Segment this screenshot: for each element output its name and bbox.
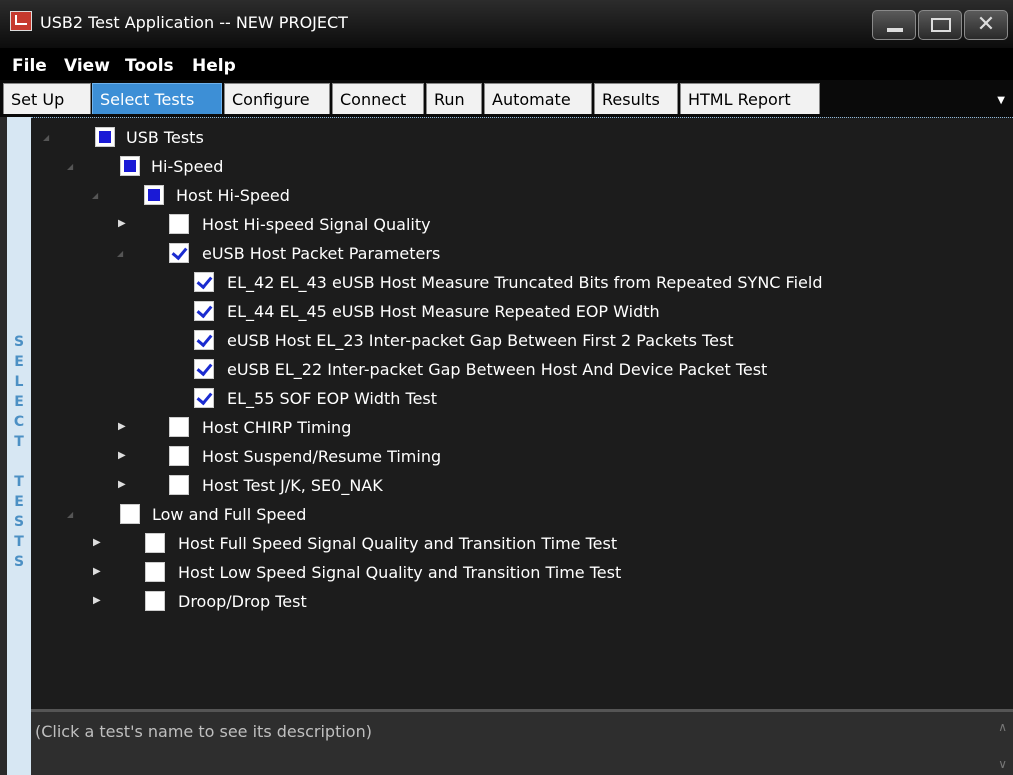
menu-tools[interactable]: Tools bbox=[125, 56, 174, 76]
expand-icon[interactable]: ▶ bbox=[118, 479, 126, 490]
checkbox[interactable] bbox=[169, 243, 189, 263]
left-edge bbox=[0, 117, 7, 775]
checkbox[interactable] bbox=[145, 533, 165, 553]
tab-select-tests[interactable]: Select Tests bbox=[92, 83, 222, 114]
description-pane[interactable]: (Click a test's name to see its descript… bbox=[31, 709, 1013, 775]
tab-configure[interactable]: Configure bbox=[224, 83, 330, 114]
tab-automate[interactable]: Automate bbox=[484, 83, 592, 114]
tree-node-el42-el43[interactable]: EL_42 EL_43 eUSB Host Measure Truncated … bbox=[31, 270, 981, 294]
tree-node-host-test-jk[interactable]: ▶ Host Test J/K, SE0_NAK bbox=[31, 473, 931, 497]
tree-node-host-ls-signal[interactable]: ▶ Host Low Speed Signal Quality and Tran… bbox=[31, 560, 931, 584]
menu-bar: File View Tools Help bbox=[0, 48, 1013, 80]
collapse-icon[interactable]: ◢ bbox=[67, 162, 73, 171]
close-button[interactable]: ✕ bbox=[964, 10, 1008, 40]
menu-view[interactable]: View bbox=[64, 56, 110, 76]
tree-node-el22[interactable]: eUSB EL_22 Inter-packet Gap Between Host… bbox=[31, 357, 931, 381]
maximize-button[interactable] bbox=[918, 10, 962, 40]
checkbox[interactable] bbox=[145, 591, 165, 611]
chevron-down-icon[interactable]: ▼ bbox=[997, 95, 1005, 106]
collapse-icon[interactable]: ◢ bbox=[67, 510, 73, 519]
checkbox[interactable] bbox=[194, 330, 214, 350]
close-icon: ✕ bbox=[976, 12, 996, 37]
tree-node-el44-el45[interactable]: EL_44 EL_45 eUSB Host Measure Repeated E… bbox=[31, 299, 931, 323]
title-bar: USB2 Test Application -- NEW PROJECT ✕ bbox=[0, 0, 1013, 48]
tab-set-up[interactable]: Set Up bbox=[3, 83, 91, 114]
tree-node-host-hs-signal-quality[interactable]: ▶ Host Hi-speed Signal Quality bbox=[31, 212, 931, 236]
checkbox[interactable] bbox=[169, 417, 189, 437]
checkbox[interactable] bbox=[194, 272, 214, 292]
menu-help[interactable]: Help bbox=[192, 56, 236, 76]
tree-node-el23[interactable]: eUSB Host EL_23 Inter-packet Gap Between… bbox=[31, 328, 931, 352]
tree-node-host-fs-signal[interactable]: ▶ Host Full Speed Signal Quality and Tra… bbox=[31, 531, 931, 555]
tree-node-usb-tests[interactable]: ◢ USB Tests bbox=[31, 125, 931, 149]
expand-icon[interactable]: ▶ bbox=[118, 218, 126, 229]
tab-results[interactable]: Results bbox=[594, 83, 678, 114]
tree-node-droop-drop[interactable]: ▶ Droop/Drop Test bbox=[31, 589, 931, 613]
tree-node-low-full-speed[interactable]: ◢ Low and Full Speed bbox=[31, 502, 931, 526]
tree-node-hi-speed[interactable]: ◢ Hi-Speed bbox=[31, 154, 931, 178]
test-tree: ◢ USB Tests ◢ Hi-Speed ◢ Host Hi-Speed ▶… bbox=[31, 117, 1013, 709]
checkbox[interactable] bbox=[169, 214, 189, 234]
description-text: (Click a test's name to see its descript… bbox=[35, 722, 372, 741]
tree-node-host-hi-speed[interactable]: ◢ Host Hi-Speed bbox=[31, 183, 931, 207]
minimize-button[interactable] bbox=[872, 10, 916, 40]
tree-node-host-suspend[interactable]: ▶ Host Suspend/Resume Timing bbox=[31, 444, 931, 468]
tab-html-report[interactable]: HTML Report bbox=[680, 83, 820, 114]
tab-bar: Set Up Select Tests Configure Connect Ru… bbox=[0, 80, 1013, 117]
menu-file[interactable]: File bbox=[12, 56, 47, 76]
scroll-up-icon[interactable]: ∧ bbox=[998, 720, 1007, 734]
side-rail: SELECT TESTS bbox=[7, 117, 31, 775]
side-rail-label: SELECT TESTS bbox=[13, 334, 25, 570]
expand-icon[interactable]: ▶ bbox=[93, 566, 101, 577]
checkbox[interactable] bbox=[169, 446, 189, 466]
expand-icon[interactable]: ▶ bbox=[118, 421, 126, 432]
tab-run[interactable]: Run bbox=[426, 83, 482, 114]
expand-icon[interactable]: ▶ bbox=[93, 595, 101, 606]
window-title: USB2 Test Application -- NEW PROJECT bbox=[40, 13, 348, 32]
tree-node-host-chirp[interactable]: ▶ Host CHIRP Timing bbox=[31, 415, 931, 439]
checkbox[interactable] bbox=[144, 185, 164, 205]
checkbox[interactable] bbox=[169, 475, 189, 495]
expand-icon[interactable]: ▶ bbox=[93, 537, 101, 548]
checkbox[interactable] bbox=[120, 504, 140, 524]
checkbox[interactable] bbox=[145, 562, 165, 582]
collapse-icon[interactable]: ◢ bbox=[117, 249, 123, 258]
tree-node-el55[interactable]: EL_55 SOF EOP Width Test bbox=[31, 386, 931, 410]
collapse-icon[interactable]: ◢ bbox=[43, 133, 49, 142]
app-icon bbox=[10, 11, 32, 31]
tree-node-eusb-host-packet-params[interactable]: ◢ eUSB Host Packet Parameters bbox=[31, 241, 931, 265]
checkbox[interactable] bbox=[194, 301, 214, 321]
collapse-icon[interactable]: ◢ bbox=[92, 191, 98, 200]
checkbox[interactable] bbox=[95, 127, 115, 147]
expand-icon[interactable]: ▶ bbox=[118, 450, 126, 461]
checkbox[interactable] bbox=[120, 156, 140, 176]
checkbox[interactable] bbox=[194, 359, 214, 379]
checkbox[interactable] bbox=[194, 388, 214, 408]
scroll-down-icon[interactable]: ∨ bbox=[998, 757, 1007, 771]
tab-connect[interactable]: Connect bbox=[332, 83, 424, 114]
